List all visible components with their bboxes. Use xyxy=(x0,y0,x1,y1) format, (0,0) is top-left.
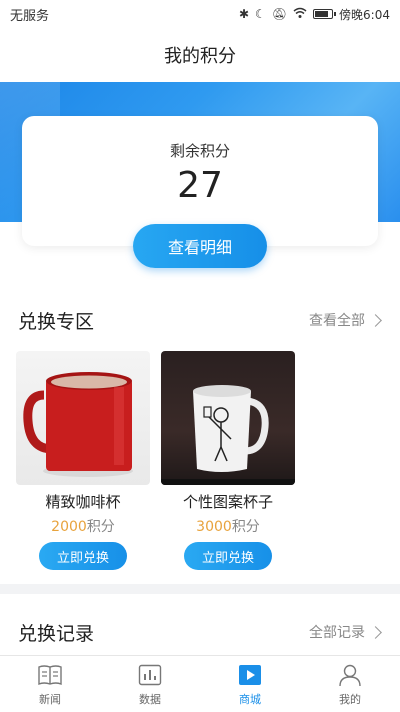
product-image-pattern-mug[interactable] xyxy=(161,351,295,485)
view-all-link[interactable]: 查看全部 xyxy=(309,310,384,330)
product-points: 3000积分 xyxy=(161,516,295,536)
product-points: 2000积分 xyxy=(16,516,150,536)
bluetooth-icon: ✱ xyxy=(238,7,250,21)
product-name: 精致咖啡杯 xyxy=(45,493,121,511)
all-records-link[interactable]: 全部记录 xyxy=(309,622,384,642)
product-points-value: 2000 xyxy=(51,519,87,535)
clock-time: 傍晚6:04 xyxy=(339,7,390,22)
tab-mall[interactable]: 商城 xyxy=(200,656,300,712)
status-icons: ✱ ☾ 🔕︎ 傍晚6:04 xyxy=(239,6,390,23)
profile-icon xyxy=(339,664,361,686)
tab-label: 数据 xyxy=(139,692,161,706)
chart-icon xyxy=(138,664,162,685)
tab-data[interactable]: 数据 xyxy=(100,656,200,712)
moon-icon: ☾ xyxy=(255,7,266,21)
news-icon xyxy=(38,664,62,685)
bottom-tab-bar: 新闻 数据 商城 我的 xyxy=(0,655,400,712)
tab-label: 商城 xyxy=(239,692,261,706)
tab-news[interactable]: 新闻 xyxy=(0,656,100,712)
redeem-button[interactable]: 立即兑换 xyxy=(39,542,127,570)
section-divider xyxy=(0,584,400,594)
view-all-label: 查看全部 xyxy=(309,313,365,329)
mall-icon xyxy=(239,664,261,685)
exchange-section-header: 兑换专区 查看全部 xyxy=(0,300,400,340)
exchange-section-title: 兑换专区 xyxy=(18,310,95,333)
product-image-red-mug[interactable] xyxy=(16,351,150,485)
page-title: 我的积分 xyxy=(164,46,236,67)
tab-profile[interactable]: 我的 xyxy=(300,656,400,712)
product-name: 个性图案杯子 xyxy=(182,493,273,511)
records-section-header: 兑换记录 全部记录 xyxy=(0,612,400,652)
records-section-title: 兑换记录 xyxy=(18,622,95,645)
mute-icon: 🔕︎ xyxy=(271,7,288,21)
redeem-button[interactable]: 立即兑换 xyxy=(184,542,272,570)
product-points-value: 3000 xyxy=(196,519,232,535)
tab-label: 新闻 xyxy=(39,692,61,706)
points-label: 剩余积分 xyxy=(169,142,230,160)
all-records-label: 全部记录 xyxy=(309,625,365,641)
product-points-unit: 积分 xyxy=(86,519,115,535)
chevron-right-icon xyxy=(369,313,382,327)
carrier-text: 无服务 xyxy=(10,8,50,24)
product-card[interactable]: 精致咖啡杯 2000积分 立即兑换 xyxy=(16,351,150,570)
tab-label: 我的 xyxy=(339,692,361,706)
battery-icon xyxy=(313,9,337,19)
product-card[interactable]: 个性图案杯子 3000积分 立即兑换 xyxy=(161,351,295,570)
wifi-icon xyxy=(293,7,307,22)
chevron-right-icon xyxy=(369,625,382,639)
points-value: 27 xyxy=(177,165,223,206)
view-details-button[interactable]: 查看明细 xyxy=(133,224,267,268)
product-points-unit: 积分 xyxy=(231,519,260,535)
status-bar: 无服务 ✱ ☾ 🔕︎ 傍晚6:04 xyxy=(0,0,400,28)
